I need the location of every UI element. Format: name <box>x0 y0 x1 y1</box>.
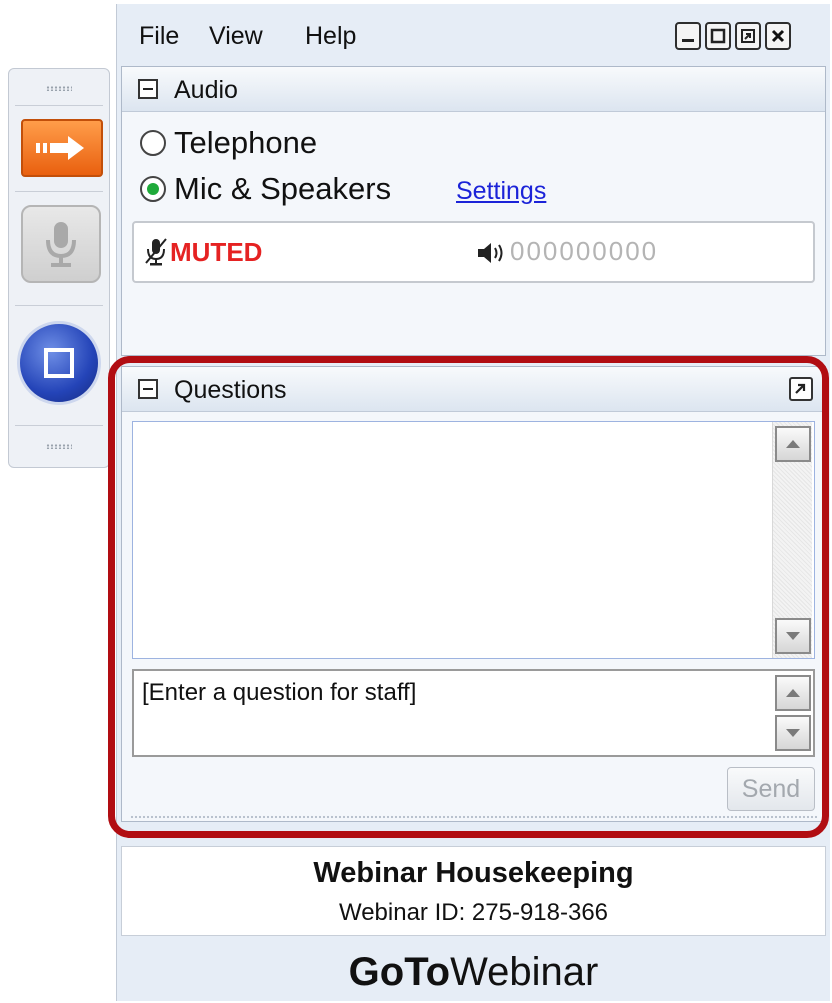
questions-collapse-button[interactable] <box>138 379 158 399</box>
microphone-status-icon <box>145 238 167 266</box>
webinar-info-box: Webinar Housekeeping Webinar ID: 275-918… <box>121 846 826 936</box>
audio-section-title: Audio <box>174 76 238 104</box>
maximize-icon <box>710 28 726 44</box>
speaker-icon <box>478 243 503 263</box>
webinar-id: Webinar ID: 275-918-366 <box>338 899 609 926</box>
audio-section-header: Audio <box>122 67 825 112</box>
show-hide-arrow-icon <box>36 136 84 160</box>
screen-view-button[interactable] <box>17 321 101 405</box>
telephone-label: Telephone <box>174 125 318 160</box>
muted-status: MUTED <box>170 237 263 267</box>
screen-share-icon <box>44 348 74 378</box>
microphone-mute-button[interactable] <box>21 205 101 283</box>
send-button[interactable]: Send <box>727 767 815 811</box>
gotowebinar-logo: GoToWebinar <box>117 950 830 995</box>
audio-status-box: MUTED 000000000 <box>132 221 815 283</box>
arrow-down-icon <box>786 729 800 737</box>
popout-icon <box>795 383 806 394</box>
grab-tab-top-grip[interactable] <box>9 73 109 103</box>
input-scroll-down-button[interactable] <box>775 715 811 751</box>
questions-section: Questions [Enter a question for staff] S… <box>121 366 826 822</box>
maximize-button[interactable] <box>705 22 731 50</box>
questions-popout-button[interactable] <box>789 377 813 401</box>
gotowebinar-control-panel: File View Help Audio Telephone Mic & Spe… <box>116 4 830 1001</box>
scroll-down-button[interactable] <box>775 618 811 654</box>
grab-tab-divider <box>15 425 103 426</box>
minimize-button[interactable] <box>675 22 701 50</box>
arrow-down-icon <box>786 632 800 640</box>
menu-view[interactable]: View <box>209 22 263 51</box>
grab-tab-bottom-grip[interactable] <box>9 431 109 461</box>
close-button[interactable] <box>765 22 791 50</box>
speaker-level-meter: 000000000 <box>510 236 659 266</box>
question-input-scrollbar[interactable] <box>773 671 813 755</box>
control-grab-tab <box>8 68 110 468</box>
questions-section-header: Questions <box>122 367 825 412</box>
questions-resize-grip[interactable] <box>130 815 817 819</box>
arrow-up-icon <box>786 689 800 697</box>
grab-tab-divider <box>15 105 103 106</box>
questions-section-title: Questions <box>174 376 287 404</box>
telephone-radio[interactable] <box>140 130 166 156</box>
question-input-placeholder: [Enter a question for staff] <box>142 679 417 706</box>
grab-tab-divider <box>15 305 103 306</box>
audio-section: Audio Telephone Mic & Speakers Settings … <box>121 66 826 356</box>
audio-settings-link[interactable]: Settings <box>456 177 546 206</box>
question-input[interactable]: [Enter a question for staff] <box>132 669 815 757</box>
brand-regular: Webinar <box>450 950 599 994</box>
mic-speakers-option[interactable]: Mic & Speakers <box>140 171 391 207</box>
telephone-option[interactable]: Telephone <box>140 125 317 161</box>
restore-button[interactable] <box>735 22 761 50</box>
menu-help[interactable]: Help <box>305 22 356 51</box>
microphone-icon <box>46 222 76 267</box>
webinar-title: Webinar Housekeeping <box>313 857 634 889</box>
questions-log <box>132 421 815 659</box>
mic-speakers-radio[interactable] <box>140 176 166 202</box>
questions-log-scrollbar[interactable] <box>772 422 812 658</box>
scroll-up-button[interactable] <box>775 426 811 462</box>
grab-tab-divider <box>15 191 103 192</box>
menu-bar: File View Help <box>117 4 830 64</box>
brand-bold: GoTo <box>348 950 451 994</box>
minimize-icon <box>682 39 694 42</box>
arrow-up-icon <box>786 440 800 448</box>
show-hide-control-panel-button[interactable] <box>21 119 103 177</box>
audio-collapse-button[interactable] <box>138 79 158 99</box>
menu-file[interactable]: File <box>139 22 179 51</box>
restore-icon <box>741 29 755 43</box>
mic-speakers-label: Mic & Speakers <box>174 171 392 206</box>
close-icon <box>771 29 785 43</box>
input-scroll-up-button[interactable] <box>775 675 811 711</box>
